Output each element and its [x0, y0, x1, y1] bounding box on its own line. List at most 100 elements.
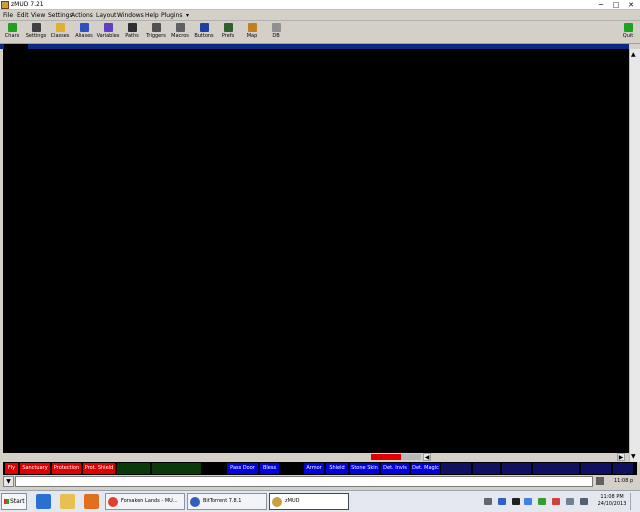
tray-flag-icon[interactable] [580, 498, 588, 505]
tray-app-icon[interactable] [538, 498, 546, 505]
tray-volume-icon[interactable] [566, 498, 574, 505]
settings-icon [31, 23, 41, 32]
toolbar-db-button[interactable]: DB [264, 22, 288, 43]
status-button[interactable]: Bless [260, 463, 279, 474]
mud-output-window[interactable] [3, 49, 629, 453]
menu-edit[interactable]: Edit [17, 12, 29, 19]
media-player-icon[interactable] [84, 494, 99, 509]
triggers-icon [151, 23, 161, 32]
status-button[interactable] [613, 463, 633, 474]
toolbar-prefs-button[interactable]: Prefs [216, 22, 240, 43]
toolbar-buttons-button[interactable]: Buttons [192, 22, 216, 43]
scroll-down-arrow-icon[interactable]: ▼ [631, 453, 636, 460]
start-label: Start [10, 498, 25, 505]
buttons-icon [199, 23, 209, 32]
toolbar-chars-button[interactable]: Chars [0, 22, 24, 43]
scroll-thumb[interactable] [371, 454, 401, 460]
folder-icon [55, 23, 65, 32]
paths-icon [127, 23, 137, 32]
zmud-window: zMUD 7.21 ─ □ ✕ File Edit View Settings Acti… [0, 0, 640, 490]
toolbar-prefs-button-label: Prefs [221, 33, 235, 39]
scroll-right-arrow-icon[interactable]: ▶ [617, 453, 625, 461]
menu-plugins[interactable]: Plugins [161, 12, 183, 19]
command-input[interactable] [15, 476, 593, 487]
quit-button[interactable]: Quit [616, 22, 640, 43]
status-button[interactable]: Shield [326, 463, 348, 474]
variables-icon [103, 23, 113, 32]
tray-app-icon[interactable] [552, 498, 560, 505]
explorer-folder-icon[interactable] [60, 494, 75, 509]
menu-settings[interactable]: Settings [48, 12, 73, 19]
title-bar[interactable]: zMUD 7.21 ─ □ ✕ [0, 0, 640, 10]
status-button[interactable]: Det. Magic [411, 463, 440, 474]
system-clock[interactable]: 11:08 PM 24/10/2013 [597, 494, 627, 508]
scroll-up-arrow-icon[interactable]: ▲ [631, 51, 636, 58]
taskbar-task-button[interactable]: BitTorrent 7.8.1 [187, 493, 267, 510]
horizontal-scrollbar[interactable]: ◀ ▶ [3, 453, 629, 461]
vertical-scrollbar[interactable]: ▲ ▼ [629, 49, 640, 462]
status-button[interactable] [203, 463, 225, 474]
status-button[interactable]: Stone Skin [350, 463, 379, 474]
tray-network-icon[interactable] [484, 498, 492, 505]
task-label: Forsaken Lands - MU... [121, 498, 178, 504]
toolbar-paths-button-label: Paths [125, 33, 139, 39]
status-button[interactable]: Protection [52, 463, 81, 474]
clock-time: 11:08 PM [600, 494, 624, 500]
scroll-track[interactable] [401, 454, 421, 460]
toolbar-classes-button[interactable]: Classes [48, 22, 72, 43]
status-button[interactable]: Armor [304, 463, 324, 474]
status-button[interactable]: Sanctuary [20, 463, 50, 474]
taskbar-task-button[interactable]: Forsaken Lands - MU... [105, 493, 185, 510]
start-button[interactable]: Start [1, 493, 27, 510]
menu-file[interactable]: File [3, 12, 13, 19]
scroll-left-arrow-icon[interactable]: ◀ [423, 453, 431, 461]
prefs-icon [223, 23, 233, 32]
menu-overflow[interactable]: ▾ [186, 12, 189, 19]
status-button[interactable]: Pass Door [227, 463, 258, 474]
status-button[interactable] [502, 463, 531, 474]
tray-app-icon[interactable] [512, 498, 520, 505]
chars-icon [7, 23, 17, 32]
status-button[interactable] [581, 463, 611, 474]
toolbar-chars-button-label: Chars [4, 33, 20, 39]
toolbar-triggers-button[interactable]: Triggers [144, 22, 168, 43]
menu-actions[interactable]: Actions [71, 12, 93, 19]
status-button[interactable]: Prot. Shield [83, 463, 115, 474]
status-button[interactable] [152, 463, 201, 474]
status-button-bar: Fly Sanctuary Protection Prot. Shield Pass D… [3, 462, 637, 475]
status-button[interactable] [117, 463, 150, 474]
toolbar-variables-button[interactable]: Variables [96, 22, 120, 43]
status-button[interactable] [441, 463, 471, 474]
menu-windows[interactable]: Windows [117, 12, 144, 19]
toolbar-settings-button[interactable]: Settings [24, 22, 48, 43]
status-button[interactable]: Det. Invis [381, 463, 409, 474]
toolbar-aliases-button[interactable]: Aliases [72, 22, 96, 43]
menu-layout[interactable]: Layout [96, 12, 116, 19]
status-button[interactable] [473, 463, 500, 474]
toolbar-map-button[interactable]: Map [240, 22, 264, 43]
db-icon [271, 23, 281, 32]
window-title: zMUD 7.21 [11, 1, 44, 8]
macros-icon [175, 23, 185, 32]
status-button[interactable]: Fly [5, 463, 18, 474]
minimize-button[interactable]: ─ [596, 1, 606, 9]
toolbar-paths-button[interactable]: Paths [120, 22, 144, 43]
tray-app-icon[interactable] [498, 498, 506, 505]
close-button[interactable]: ✕ [626, 1, 636, 9]
status-button[interactable] [281, 463, 302, 474]
show-desktop-button[interactable] [630, 493, 638, 510]
taskbar-task-button[interactable]: zMUD [269, 493, 349, 510]
tray-app-icon[interactable] [524, 498, 532, 505]
maximize-button[interactable]: □ [611, 1, 621, 9]
toolbar-map-button-label: Map [246, 33, 258, 39]
history-dropdown-button[interactable]: ▼ [3, 476, 14, 487]
zmud-app-icon[interactable] [1, 1, 9, 9]
internet-explorer-icon[interactable] [36, 494, 51, 509]
quit-icon [623, 23, 633, 32]
menu-view[interactable]: View [31, 12, 45, 19]
menu-help[interactable]: Help [145, 12, 159, 19]
menu-bar: File Edit View Settings Actions Layout Windows… [0, 10, 640, 21]
input-clock: 11:08 p [614, 478, 634, 484]
toolbar-macros-button[interactable]: Macros [168, 22, 192, 43]
status-button[interactable] [533, 463, 579, 474]
